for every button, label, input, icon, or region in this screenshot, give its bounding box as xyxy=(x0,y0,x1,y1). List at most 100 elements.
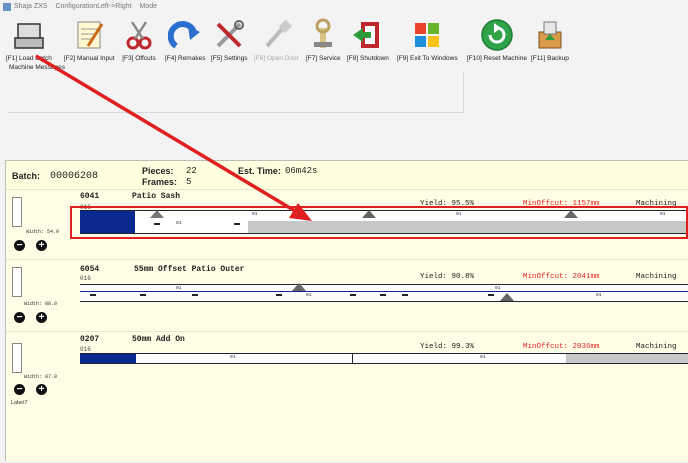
cut-marker xyxy=(292,283,306,291)
yield-value: Yield: 99.3% xyxy=(420,343,475,351)
service-label: [F7] Service xyxy=(306,55,341,62)
shutdown-label: [F8] Shutdown xyxy=(347,55,389,62)
machining-label: Machining xyxy=(636,343,677,351)
row-divider xyxy=(6,189,688,190)
folder-tray-icon xyxy=(12,18,46,52)
bar-offcut-segment xyxy=(566,354,688,363)
batch-header: Batch: 00006208 Pieces: 22 Frames: 5 Est… xyxy=(6,161,688,190)
frames-value: 5 xyxy=(186,177,192,187)
profile-description: Patio Sash xyxy=(132,192,181,201)
segment-number: 01 xyxy=(495,286,501,291)
width-label: Width: 54.0 xyxy=(26,229,60,235)
scissors-icon xyxy=(122,18,156,52)
width-label: Width: 87.0 xyxy=(24,374,58,380)
profile-sub-code: 016 xyxy=(80,346,91,353)
manual-input-button[interactable]: [F2] Manual Input xyxy=(64,18,115,62)
decrease-button[interactable]: − xyxy=(14,312,25,323)
pieces-label: Pieces: xyxy=(142,166,174,176)
exit-to-windows-label: [F9] Exit To Windows xyxy=(397,55,458,62)
batch-number: 00006208 xyxy=(50,171,99,182)
exit-to-windows-button[interactable]: [F9] Exit To Windows xyxy=(397,18,458,62)
increase-button[interactable]: + xyxy=(36,312,47,323)
segment-number: 01 xyxy=(480,355,486,360)
reset-machine-label: [F10] Reset Machine xyxy=(467,55,527,62)
open-door-button[interactable]: [F6] Open Door xyxy=(254,18,299,62)
piece-marker xyxy=(488,294,494,296)
profile-row[interactable]: Width: 87.0 − + 0207 50mm Add On 016 Yie… xyxy=(6,331,688,401)
row-divider xyxy=(6,259,688,260)
backup-box-icon xyxy=(533,18,567,52)
app-name: Shaja ZXS xyxy=(14,3,48,10)
min-offcut-value: MinOffcut: 2036mm xyxy=(523,343,600,351)
row-divider xyxy=(6,331,688,332)
open-door-label: [F6] Open Door xyxy=(254,55,299,62)
increase-button[interactable]: + xyxy=(36,240,47,251)
toolbar: [F1] Load Batch [F2] Manual Input [F3] O… xyxy=(0,14,688,72)
profile-sub-code: 016 xyxy=(80,275,91,282)
machining-label: Machining xyxy=(636,273,677,281)
machine-messages-panel xyxy=(8,72,464,113)
exit-door-icon xyxy=(351,18,385,52)
offcuts-button[interactable]: [F3] Offcuts xyxy=(122,18,156,62)
app-icon xyxy=(3,3,11,11)
windows-logo-icon xyxy=(410,18,444,52)
brush-icon xyxy=(259,18,293,52)
piece-marker xyxy=(350,294,356,296)
remakes-button[interactable]: [F4] Remakes xyxy=(165,18,205,62)
machine-messages-label: Machine Messages xyxy=(9,64,65,71)
remakes-label: [F4] Remakes xyxy=(165,55,206,62)
cut-marker xyxy=(500,293,514,301)
load-batch-label: [F1] Load Batch xyxy=(6,55,52,62)
highlight-rectangle xyxy=(70,206,688,239)
redo-arrow-icon xyxy=(167,18,202,52)
decrease-button[interactable]: − xyxy=(14,384,25,395)
tools-icon xyxy=(212,18,246,52)
est-time-value: 06m42s xyxy=(285,166,318,176)
piece-marker xyxy=(276,294,282,296)
reset-circle-icon xyxy=(480,18,514,52)
increase-button[interactable]: + xyxy=(36,384,47,395)
profile-description: 50mm Add On xyxy=(132,335,185,344)
min-offcut-value: MinOffcut: 2041mm xyxy=(523,273,600,281)
segment-number: 01 xyxy=(306,293,312,298)
pieces-value: 22 xyxy=(186,166,197,176)
profile-code: 6054 xyxy=(80,265,100,274)
segment-number: 01 xyxy=(596,293,602,298)
piece-marker xyxy=(140,294,146,296)
wrench-icon xyxy=(306,18,340,52)
decrease-button[interactable]: − xyxy=(14,240,25,251)
shutdown-button[interactable]: [F8] Shutdown xyxy=(347,18,389,62)
segment-number: 01 xyxy=(176,286,182,291)
settings-button[interactable]: [F5] Settings xyxy=(211,18,248,62)
yield-value: Yield: 90.8% xyxy=(420,273,475,281)
service-button[interactable]: [F7] Service xyxy=(306,18,341,62)
load-batch-button[interactable]: [F1] Load Batch xyxy=(6,18,52,62)
backup-button[interactable]: [F11] Backup xyxy=(531,18,569,62)
width-label: Width: 88.0 xyxy=(24,301,58,307)
profile-code: 6041 xyxy=(80,192,100,201)
notepad-icon xyxy=(72,18,106,52)
profile-icon xyxy=(12,267,22,297)
profile-icon xyxy=(12,197,22,227)
piece-marker xyxy=(192,294,198,296)
profile-code: 0207 xyxy=(80,335,100,344)
profile-icon xyxy=(12,343,22,373)
piece-marker xyxy=(90,294,96,296)
bar-midline xyxy=(80,291,688,292)
title-bar: Shaja ZXS ConfigurationLeft->Right Mode xyxy=(0,0,688,14)
offcuts-label: [F3] Offcuts xyxy=(122,55,156,62)
profile-row[interactable]: Width: 88.0 − + 6054 55mm Offset Patio O… xyxy=(6,259,688,329)
backup-label: [F11] Backup xyxy=(531,55,569,62)
cutting-bar[interactable]: 01 01 xyxy=(80,353,688,364)
configuration-label: ConfigurationLeft->Right xyxy=(55,3,132,10)
piece-marker xyxy=(402,294,408,296)
bar-used-segment xyxy=(80,354,136,363)
cutting-bar[interactable]: 01 01 01 01 xyxy=(80,283,688,302)
bar-divider xyxy=(352,354,353,363)
segment-number: 01 xyxy=(230,355,236,360)
reset-machine-button[interactable]: [F10] Reset Machine xyxy=(467,18,527,62)
mode-label: Mode xyxy=(139,3,158,10)
label7-text: Label7 xyxy=(11,400,28,406)
frames-label: Frames: xyxy=(142,177,178,187)
settings-label: [F5] Settings xyxy=(211,55,248,62)
